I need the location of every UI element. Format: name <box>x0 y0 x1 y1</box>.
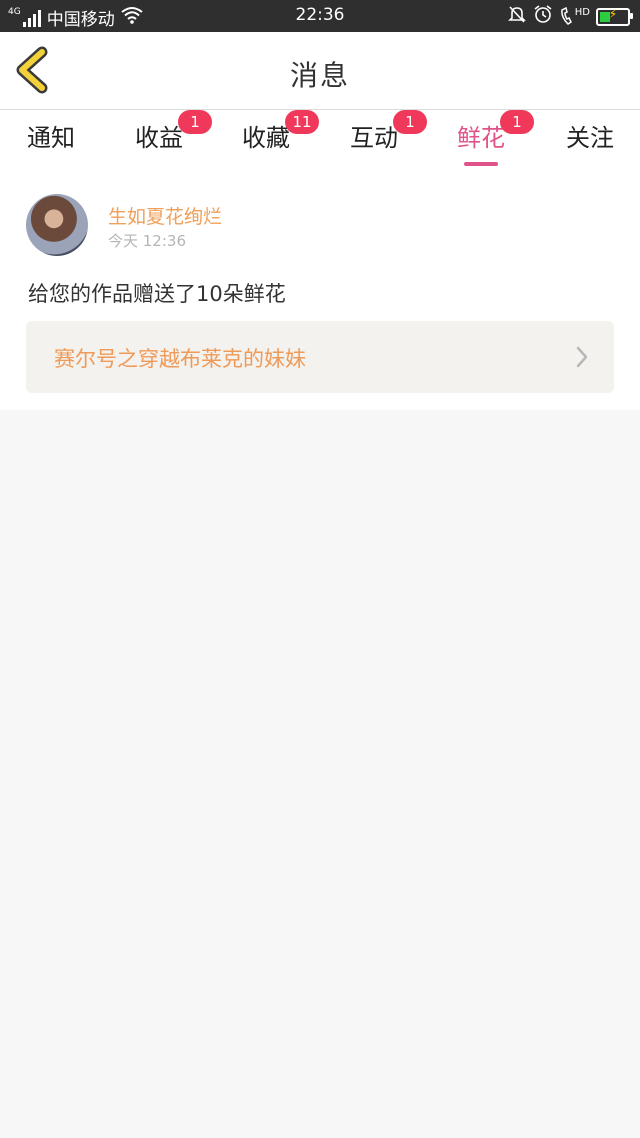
tab-label: 鲜花 <box>457 124 505 152</box>
hd-label: HD <box>574 6 590 18</box>
tab-notifications[interactable]: 通知 <box>6 118 96 166</box>
page-title: 消息 <box>289 59 350 92</box>
message-time: 今天 12:36 <box>108 232 186 250</box>
tab-label: 互动 <box>350 124 398 152</box>
tab-label: 收藏 <box>242 124 290 152</box>
tab-interactions[interactable]: 互动 1 <box>329 110 427 166</box>
battery-icon: ⚡ <box>596 6 633 26</box>
tab-favorites[interactable]: 收藏 11 <box>221 110 319 166</box>
tab-label: 关注 <box>566 124 614 152</box>
tab-bar: 通知 收益 1 收藏 11 互动 1 鲜花 1 关注 <box>0 110 640 170</box>
tab-earnings[interactable]: 收益 1 <box>114 110 212 166</box>
unread-badge: 11 <box>285 110 319 134</box>
bell-off-icon <box>507 4 527 29</box>
message-text: 给您的作品赠送了10朵鲜花 <box>28 282 286 306</box>
status-bar: 4G 中国移动 22:36 HD ⚡ <box>0 0 640 32</box>
work-title: 赛尔号之穿越布莱克的妹妹 <box>54 347 306 371</box>
status-right: HD ⚡ <box>507 4 633 29</box>
unread-badge: 1 <box>178 110 212 134</box>
charging-icon: ⚡ <box>608 6 618 21</box>
avatar[interactable] <box>26 194 88 256</box>
tab-label: 收益 <box>135 124 183 152</box>
chevron-right-icon <box>576 346 588 368</box>
tab-flowers[interactable]: 鲜花 1 <box>436 110 534 166</box>
unread-badge: 1 <box>500 110 534 134</box>
header: 消息 <box>0 32 640 110</box>
message-item: 生如夏花绚烂 今天 12:36 给您的作品赠送了10朵鲜花 赛尔号之穿越布莱克的… <box>0 170 640 410</box>
tab-label: 通知 <box>27 124 75 152</box>
unread-badge: 1 <box>393 110 427 134</box>
active-tab-indicator <box>464 162 498 166</box>
alarm-icon <box>533 4 553 29</box>
sender-name[interactable]: 生如夏花绚烂 <box>108 202 222 229</box>
work-link[interactable]: 赛尔号之穿越布莱克的妹妹 <box>26 321 614 393</box>
tab-follows[interactable]: 关注 <box>545 118 635 166</box>
hd-call-icon: HD <box>559 6 590 27</box>
